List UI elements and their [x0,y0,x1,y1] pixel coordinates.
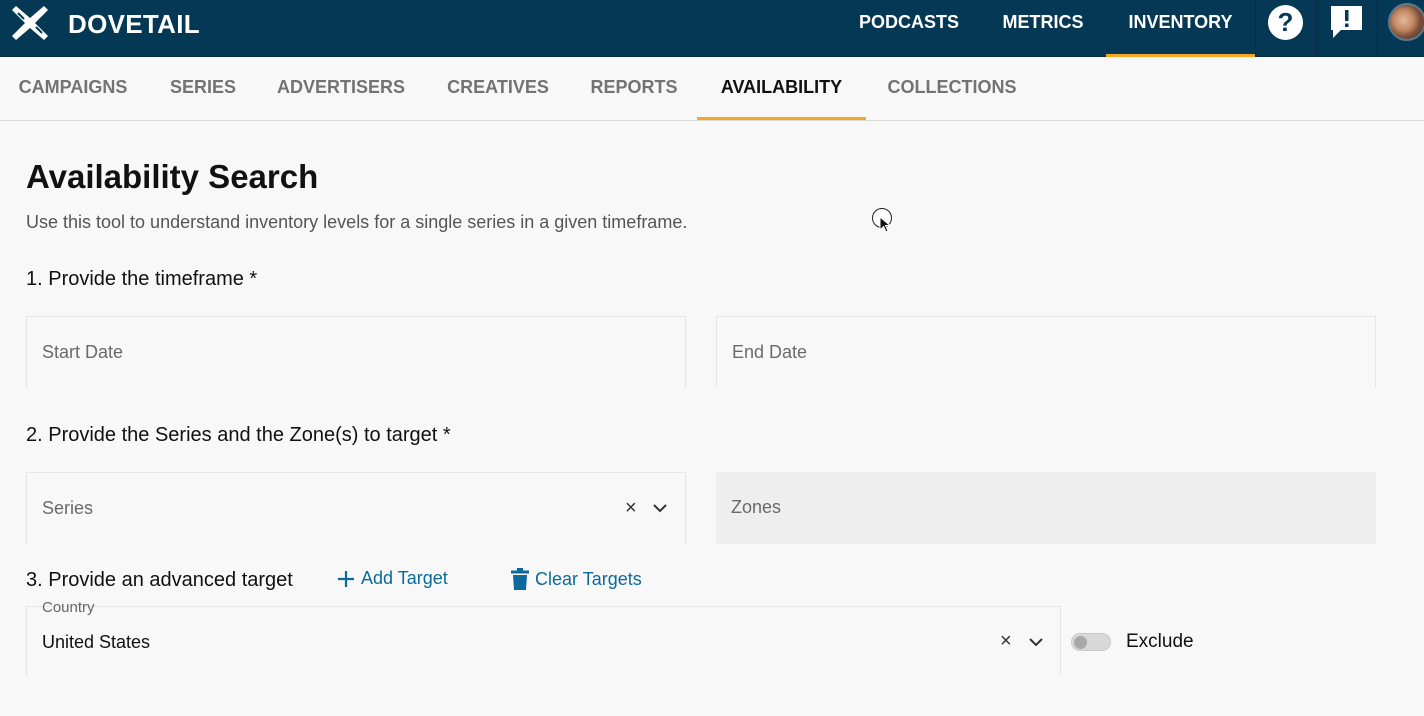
pointer-icon [879,216,891,233]
end-date-field[interactable]: End Date [716,316,1376,388]
step2-label: 2. Provide the Series and the Zone(s) to… [26,424,451,446]
dovetail-logo-icon[interactable] [10,4,50,42]
subnav-advertisers[interactable]: ADVERTISERS [262,57,420,120]
country-clear-icon[interactable]: × [1000,607,1012,676]
plus-icon [338,570,354,587]
country-target-value: United States [42,632,151,652]
subnav-series[interactable]: SERIES [150,57,256,120]
topnav-podcasts[interactable]: PODCASTS [840,0,978,57]
chevron-down-icon[interactable] [1029,637,1043,647]
series-clear-icon[interactable]: × [625,473,637,544]
nav-divider [1316,0,1317,57]
chevron-down-icon[interactable] [653,503,667,513]
subnav-creatives[interactable]: CREATIVES [432,57,564,120]
clear-targets-label: Clear Targets [535,568,642,589]
topnav-inventory[interactable]: INVENTORY [1106,0,1255,57]
country-target-select[interactable]: United States × [26,606,1061,676]
series-select[interactable]: Series × [26,472,686,544]
trash-icon [511,568,529,590]
clear-targets-button[interactable]: Clear Targets [511,568,642,590]
subnav-collections[interactable]: COLLECTIONS [872,57,1032,120]
user-avatar[interactable] [1388,3,1424,41]
feedback-icon[interactable] [1329,4,1364,40]
brand-name[interactable]: DOVETAIL [68,9,200,40]
toggle-knob [1074,636,1087,649]
subnav-campaigns[interactable]: CAMPAIGNS [0,57,146,120]
country-field-label: Country [42,599,95,616]
topnav-metrics[interactable]: METRICS [985,0,1101,57]
series-placeholder: Series [42,498,94,518]
start-date-field[interactable]: Start Date [26,316,686,388]
subnav-availability[interactable]: AVAILABILITY [697,57,866,120]
page-description: Use this tool to understand inventory le… [26,212,688,232]
add-target-button[interactable]: Add Target [337,568,448,589]
zones-placeholder: Zones [731,497,782,517]
end-date-placeholder: End Date [732,342,808,362]
top-navigation-bar: DOVETAIL PODCASTS METRICS INVENTORY ? [0,0,1424,57]
exclude-label: Exclude [1126,631,1194,652]
subnav-reports[interactable]: REPORTS [576,57,692,120]
nav-divider [1255,0,1256,57]
help-icon[interactable]: ? [1268,5,1303,40]
nav-divider [1377,0,1378,57]
zones-select[interactable]: Zones [716,472,1376,544]
sub-navigation: CAMPAIGNS SERIES ADVERTISERS CREATIVES R… [0,57,1424,121]
exclude-toggle[interactable] [1071,633,1111,651]
add-target-label: Add Target [361,568,448,588]
step1-label: 1. Provide the timeframe * [26,268,258,290]
start-date-placeholder: Start Date [42,342,124,362]
step3-label: 3. Provide an advanced target [26,569,293,591]
page-title: Availability Search [26,158,319,195]
